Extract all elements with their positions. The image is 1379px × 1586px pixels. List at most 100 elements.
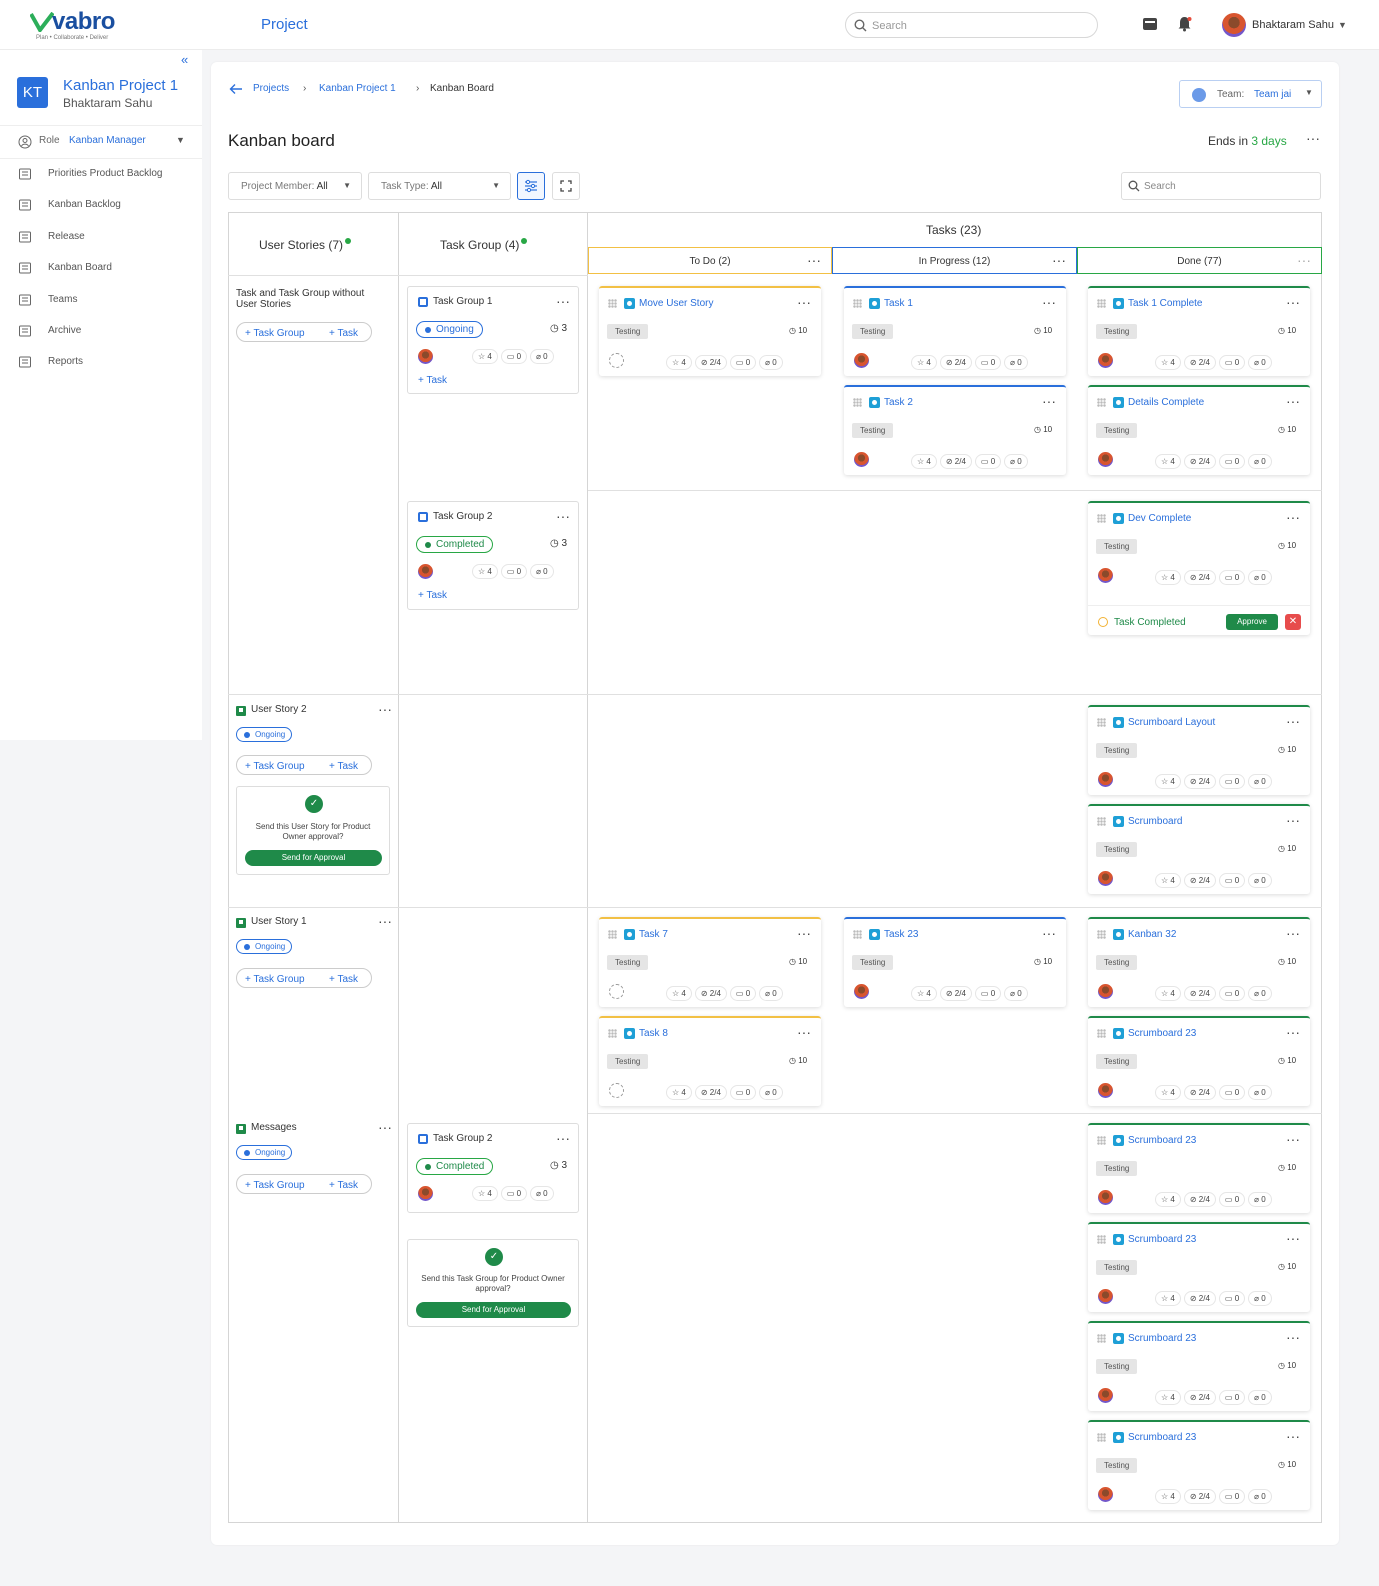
drag-handle-icon[interactable]: [1097, 1029, 1106, 1038]
drag-handle-icon[interactable]: [1097, 299, 1106, 308]
status-badge[interactable]: Ongoing: [236, 939, 293, 954]
vabro-logo[interactable]: vabro Plan • Collaborate • Deliver: [30, 8, 140, 42]
more-options-icon[interactable]: ···: [378, 1120, 392, 1134]
sidebar-item[interactable]: Archive: [0, 316, 202, 347]
task-title[interactable]: Task 23: [884, 929, 918, 940]
more-options-icon[interactable]: ···: [1286, 394, 1300, 408]
more-options-icon[interactable]: ···: [1286, 813, 1300, 827]
status-badge[interactable]: Ongoing: [236, 1145, 293, 1160]
drag-handle-icon[interactable]: [1097, 718, 1106, 727]
collapse-sidebar-icon[interactable]: «: [181, 52, 188, 67]
fullscreen-button[interactable]: [552, 172, 580, 200]
task-card[interactable]: Scrumboard 23 ··· Testing ◷ 10 ☆ 4 ⊘ 2/4 ▭ 0 ⌀ …: [1088, 1123, 1310, 1213]
project-name[interactable]: Kanban Project 1: [63, 77, 178, 94]
bell-icon[interactable]: [1177, 16, 1192, 32]
task-title[interactable]: Dev Complete: [1128, 513, 1191, 524]
filter-settings-button[interactable]: [517, 172, 545, 200]
drag-handle-icon[interactable]: [853, 299, 862, 308]
more-options-icon[interactable]: ···: [797, 295, 811, 309]
task-card[interactable]: Kanban 32 ··· Testing ◷ 10 ☆ 4 ⊘ 2/4 ▭ 0 ⌀ 0: [1088, 917, 1310, 1007]
team-selector[interactable]: Team: Team jai ▼: [1179, 80, 1322, 108]
task-card[interactable]: Move User Story ··· Testing ◷ 10 ☆ 4 ⊘ 2/4 ▭ 0…: [599, 286, 821, 376]
more-options-icon[interactable]: ···: [1286, 1429, 1300, 1443]
task-card[interactable]: Scrumboard 23 ··· Testing ◷ 10 ☆ 4 ⊘ 2/4 ▭ 0 ⌀ …: [1088, 1016, 1310, 1106]
task-card[interactable]: Task 1 ··· Testing ◷ 10 ☆ 4 ⊘ 2/4 ▭ 0 ⌀ 0: [844, 286, 1066, 376]
task-title[interactable]: Kanban 32: [1128, 929, 1176, 940]
inbox-icon[interactable]: [1142, 17, 1158, 31]
drag-handle-icon[interactable]: [1097, 1235, 1106, 1244]
send-for-approval-button[interactable]: Send for Approval: [416, 1302, 571, 1318]
task-title[interactable]: Scrumboard 23: [1128, 1028, 1196, 1039]
task-title[interactable]: Details Complete: [1128, 397, 1204, 408]
sidebar-item[interactable]: Kanban Board: [0, 253, 202, 284]
breadcrumb-projects[interactable]: Projects: [253, 83, 289, 94]
todo-more-icon[interactable]: ···: [807, 253, 821, 267]
more-options-icon[interactable]: ···: [1042, 926, 1056, 940]
reject-button[interactable]: ✕: [1285, 614, 1301, 630]
global-search-input[interactable]: Search: [845, 12, 1098, 38]
drag-handle-icon[interactable]: [1097, 398, 1106, 407]
add-task-button[interactable]: + Task: [329, 1180, 358, 1191]
more-options-icon[interactable]: ···: [556, 1131, 570, 1145]
task-card[interactable]: Task 2 ··· Testing ◷ 10 ☆ 4 ⊘ 2/4 ▭ 0 ⌀ 0: [844, 385, 1066, 475]
more-options-icon[interactable]: ···: [797, 1025, 811, 1039]
more-options-icon[interactable]: ···: [1042, 394, 1056, 408]
assign-user-icon[interactable]: [609, 353, 624, 368]
more-options-icon[interactable]: ···: [1286, 1025, 1300, 1039]
user-name[interactable]: Bhaktaram Sahu: [1252, 19, 1334, 31]
sidebar-item[interactable]: Reports: [0, 347, 202, 378]
role-selector[interactable]: Role Kanban Manager ▼: [0, 125, 202, 159]
task-title[interactable]: Move User Story: [639, 298, 713, 309]
breadcrumb-project[interactable]: Kanban Project 1: [319, 83, 396, 94]
user-menu-caret-icon[interactable]: ▼: [1338, 20, 1347, 30]
task-title[interactable]: Scrumboard 23: [1128, 1234, 1196, 1245]
task-card[interactable]: Details Complete ··· Testing ◷ 10 ☆ 4 ⊘ 2/4 ▭ …: [1088, 385, 1310, 475]
task-group-card[interactable]: Task Group 2 ··· Completed ◷ 3 ☆ 4 ▭ 0 ⌀ 0 …: [407, 501, 579, 610]
task-title[interactable]: Task 1: [884, 298, 913, 309]
back-arrow-icon[interactable]: [229, 83, 243, 95]
send-for-approval-button[interactable]: Send for Approval: [245, 850, 382, 866]
sidebar-item[interactable]: Teams: [0, 285, 202, 316]
status-badge[interactable]: Completed: [416, 536, 494, 553]
task-card[interactable]: Task 7 ··· Testing ◷ 10 ☆ 4 ⊘ 2/4 ▭ 0 ⌀ 0: [599, 917, 821, 1007]
task-title[interactable]: Scrumboard Layout: [1128, 717, 1215, 728]
sidebar-item[interactable]: Kanban Backlog: [0, 190, 202, 221]
more-options-icon[interactable]: ···: [1306, 131, 1320, 145]
done-more-icon[interactable]: ···: [1297, 253, 1311, 267]
add-task-button[interactable]: + Task: [329, 974, 358, 985]
more-options-icon[interactable]: ···: [556, 509, 570, 523]
progress-more-icon[interactable]: ···: [1052, 253, 1066, 267]
more-options-icon[interactable]: ···: [1042, 295, 1056, 309]
add-task-button[interactable]: + Task: [329, 761, 358, 772]
task-card[interactable]: Task 8 ··· Testing ◷ 10 ☆ 4 ⊘ 2/4 ▭ 0 ⌀ 0: [599, 1016, 821, 1106]
add-task-group-button[interactable]: + Task Group: [245, 761, 305, 772]
add-task-group-button[interactable]: + Task Group: [245, 1180, 305, 1191]
add-task-group-button[interactable]: + Task Group: [245, 974, 305, 985]
drag-handle-icon[interactable]: [608, 1029, 617, 1038]
add-task-group-button[interactable]: + Task Group: [245, 328, 305, 339]
task-card[interactable]: Task 23 ··· Testing ◷ 10 ☆ 4 ⊘ 2/4 ▭ 0 ⌀ 0: [844, 917, 1066, 1007]
sidebar-item[interactable]: Release: [0, 222, 202, 253]
task-card[interactable]: Dev Complete ··· Testing ◷ 10 ☆ 4 ⊘ 2/4 ▭ 0 ⌀ 0…: [1088, 501, 1310, 635]
board-search-input[interactable]: Search: [1121, 172, 1321, 200]
more-options-icon[interactable]: ···: [1286, 714, 1300, 728]
status-badge[interactable]: Completed: [416, 1158, 494, 1175]
task-title[interactable]: Task 8: [639, 1028, 668, 1039]
more-options-icon[interactable]: ···: [1286, 926, 1300, 940]
add-task-button[interactable]: + Task: [329, 328, 358, 339]
status-badge[interactable]: Ongoing: [236, 727, 293, 742]
task-title[interactable]: Scrumboard 23: [1128, 1135, 1196, 1146]
task-title[interactable]: Scrumboard 23: [1128, 1333, 1196, 1344]
more-options-icon[interactable]: ···: [1286, 510, 1300, 524]
task-card[interactable]: Scrumboard 23 ··· Testing ◷ 10 ☆ 4 ⊘ 2/4 ▭ 0 ⌀ …: [1088, 1420, 1310, 1510]
task-card[interactable]: Scrumboard Layout ··· Testing ◷ 10 ☆ 4 ⊘ 2/4 ▭…: [1088, 705, 1310, 795]
more-options-icon[interactable]: ···: [556, 294, 570, 308]
drag-handle-icon[interactable]: [1097, 1334, 1106, 1343]
task-title[interactable]: Task 1 Complete: [1128, 298, 1202, 309]
drag-handle-icon[interactable]: [1097, 1433, 1106, 1442]
add-task-button[interactable]: + Task: [418, 375, 447, 386]
drag-handle-icon[interactable]: [853, 930, 862, 939]
task-title[interactable]: Scrumboard 23: [1128, 1432, 1196, 1443]
task-card[interactable]: Scrumboard 23 ··· Testing ◷ 10 ☆ 4 ⊘ 2/4 ▭ 0 ⌀ …: [1088, 1321, 1310, 1411]
assign-user-icon[interactable]: [609, 1083, 624, 1098]
